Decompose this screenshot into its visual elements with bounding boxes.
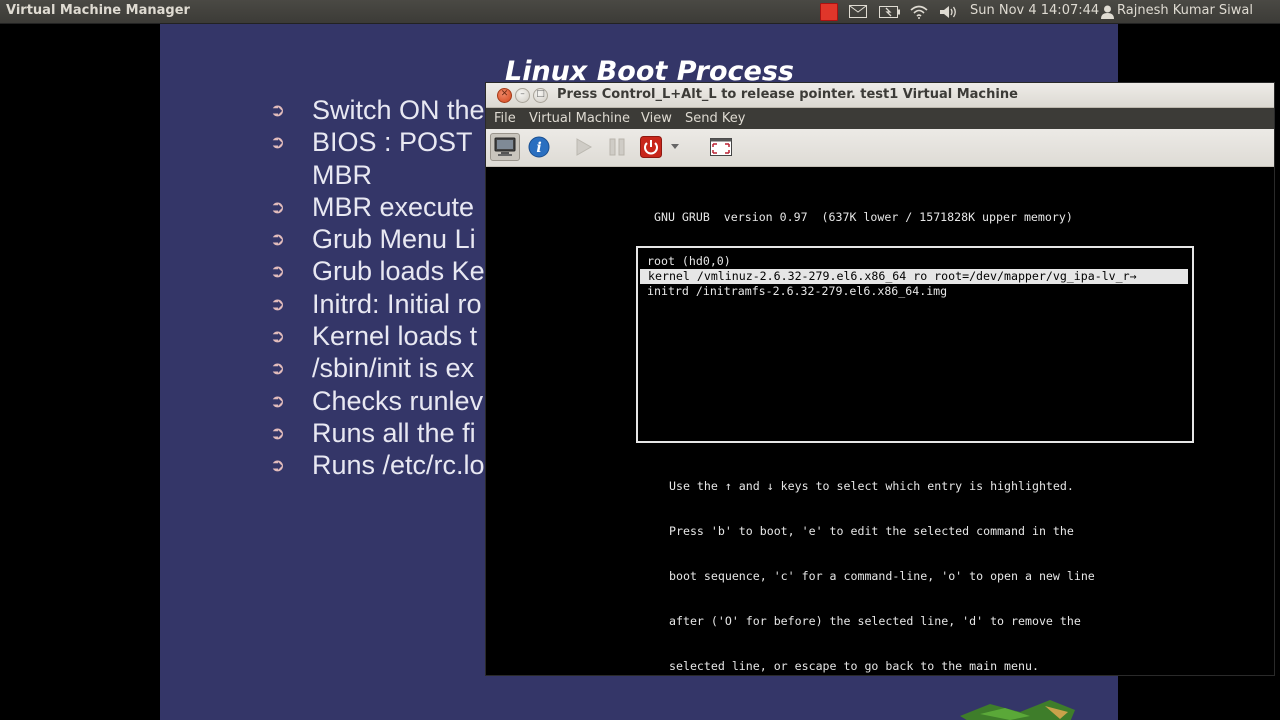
top-panel: Virtual Machine Manager Sun Nov 4 14:07:… <box>0 0 1280 24</box>
mail-icon[interactable] <box>848 0 868 23</box>
help-line: boot sequence, 'c' for a command-line, '… <box>669 569 1095 583</box>
window-close-button[interactable]: ✕ <box>497 88 512 103</box>
fullscreen-icon <box>710 138 732 156</box>
help-line: after ('O' for before) the selected line… <box>669 614 1081 628</box>
grub-help-text: Use the ↑ and ↓ keys to select which ent… <box>669 449 1095 704</box>
console-icon <box>494 137 516 156</box>
bullet-arrow-icon: ➲ <box>270 422 286 443</box>
details-icon: i <box>528 136 550 158</box>
close-icon: ✕ <box>500 89 509 99</box>
menu-send-key[interactable]: Send Key <box>685 111 745 126</box>
menu-bar: File Virtual Machine View Send Key <box>486 108 1274 129</box>
grub-header: GNU GRUB version 0.97 (637K lower / 1571… <box>654 210 1073 224</box>
run-button[interactable] <box>568 133 598 161</box>
bullet-arrow-icon: ➲ <box>270 390 286 411</box>
bullet-arrow-icon: ➲ <box>270 196 286 217</box>
console-view-button[interactable] <box>490 133 520 161</box>
bullet-arrow-icon: ➲ <box>270 132 286 153</box>
bullet-arrow-icon: ➲ <box>270 358 286 379</box>
vm-window: ✕ – □ Press Control_L+Alt_L to release p… <box>485 82 1275 676</box>
window-maximize-button[interactable]: □ <box>533 88 548 103</box>
grub-entry-box: root (hd0,0) kernel /vmlinuz-2.6.32-279.… <box>636 246 1194 443</box>
toolbar: i <box>486 129 1274 167</box>
pause-button[interactable] <box>602 133 632 161</box>
bullet-arrow-icon: ➲ <box>270 229 286 250</box>
bullet-arrow-icon: ➲ <box>270 455 286 476</box>
battery-icon[interactable] <box>878 0 900 23</box>
record-indicator-icon[interactable] <box>819 0 838 23</box>
shutdown-icon <box>640 136 662 158</box>
minimize-icon: – <box>520 89 525 99</box>
grub-entry-kernel-selected[interactable]: kernel /vmlinuz-2.6.32-279.el6.x86_64 ro… <box>640 269 1188 284</box>
wifi-icon[interactable] <box>909 0 929 23</box>
bullet-arrow-icon: ➲ <box>270 326 286 347</box>
maximize-icon: □ <box>536 89 545 99</box>
grub-entry-initrd[interactable]: initrd /initramfs-2.6.32-279.el6.x86_64.… <box>647 284 947 299</box>
vm-console-display[interactable]: GNU GRUB version 0.97 (637K lower / 1571… <box>486 167 1274 675</box>
shutdown-menu-button[interactable] <box>668 133 682 161</box>
details-view-button[interactable]: i <box>524 133 554 161</box>
window-title: Press Control_L+Alt_L to release pointer… <box>557 87 1018 102</box>
volume-icon[interactable] <box>938 0 960 23</box>
window-titlebar[interactable]: ✕ – □ Press Control_L+Alt_L to release p… <box>486 83 1274 108</box>
menu-view[interactable]: View <box>641 111 672 126</box>
help-line: selected line, or escape to go back to t… <box>669 659 1039 673</box>
pause-icon <box>609 138 625 156</box>
svg-text:i: i <box>536 140 541 156</box>
user-name[interactable]: Rajnesh Kumar Siwal <box>1117 3 1253 18</box>
grub-entry-root[interactable]: root (hd0,0) <box>647 254 731 269</box>
bullet-arrow-icon: ➲ <box>270 293 286 314</box>
user-icon[interactable] <box>1099 0 1115 23</box>
bullet-arrow-icon: ➲ <box>270 100 286 120</box>
bullet-arrow-icon: ➲ <box>270 261 286 282</box>
menu-virtual-machine[interactable]: Virtual Machine <box>529 111 630 126</box>
shutdown-menu-arrow-icon <box>671 144 679 149</box>
shutdown-button[interactable] <box>636 133 666 161</box>
run-icon <box>576 138 593 156</box>
help-line: Press 'b' to boot, 'e' to edit the selec… <box>669 524 1074 538</box>
help-line: Use the ↑ and ↓ keys to select which ent… <box>669 479 1074 493</box>
menu-file[interactable]: File <box>494 111 516 126</box>
fullscreen-button[interactable] <box>706 133 736 161</box>
active-app-title: Virtual Machine Manager <box>6 3 190 18</box>
window-minimize-button[interactable]: – <box>515 88 530 103</box>
clock[interactable]: Sun Nov 4 14:07:44 <box>970 3 1099 18</box>
